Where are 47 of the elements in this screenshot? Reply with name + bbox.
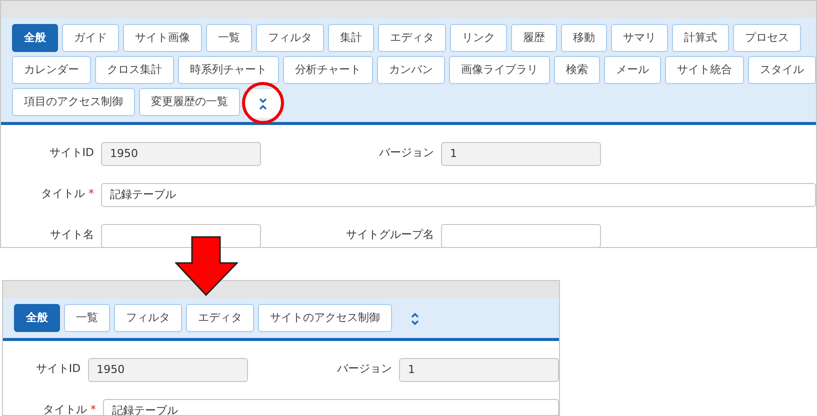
field-label: サイトグループ名 — [345, 227, 435, 244]
input-field[interactable]: 1950 — [88, 358, 248, 382]
tab[interactable]: 全般 — [12, 24, 58, 52]
tab[interactable]: 移動 — [561, 24, 607, 52]
input-field[interactable] — [101, 224, 261, 247]
tab[interactable]: 分析チャート — [283, 56, 373, 84]
tab[interactable]: サイト画像 — [123, 24, 202, 52]
field-label: バージョン — [378, 145, 435, 162]
tab[interactable]: 変更履歴の一覧 — [139, 88, 240, 116]
tab[interactable]: 一覧 — [206, 24, 252, 52]
tab[interactable]: フィルタ — [256, 24, 324, 52]
tab[interactable]: リンク — [450, 24, 507, 52]
tab[interactable]: 集計 — [328, 24, 374, 52]
tab[interactable]: 履歴 — [511, 24, 557, 52]
tab[interactable]: 検索 — [554, 56, 600, 84]
tab[interactable]: 画像ライブラリ — [449, 56, 550, 84]
field-label: タイトル * — [42, 402, 97, 415]
tab[interactable]: エディタ — [186, 304, 254, 332]
down-arrow — [175, 236, 238, 296]
field-label: サイト名 — [49, 227, 95, 244]
input-field[interactable]: 1950 — [101, 142, 261, 166]
field-label: サイトID — [48, 145, 95, 162]
field-label: タイトル * — [40, 186, 95, 202]
tab[interactable]: サイト統合 — [665, 56, 744, 84]
field-label: サイトID — [34, 361, 82, 378]
input-field[interactable] — [441, 224, 601, 247]
tab[interactable]: フィルタ — [114, 304, 182, 332]
tab[interactable]: 項目のアクセス制御 — [12, 88, 135, 116]
tab[interactable]: 計算式 — [672, 24, 729, 52]
tab[interactable]: サイトのアクセス制御 — [258, 304, 392, 332]
field-label: バージョン — [336, 361, 393, 378]
tab[interactable]: メール — [604, 56, 661, 84]
tab[interactable]: サマリ — [611, 24, 668, 52]
highlight-circle — [241, 81, 285, 125]
input-field[interactable]: 記録テーブル — [101, 182, 816, 206]
tab[interactable]: ガイド — [62, 24, 119, 52]
tab[interactable]: 全般 — [14, 304, 60, 332]
tab[interactable]: スタイル — [748, 56, 816, 84]
tab[interactable]: プロセス — [733, 24, 801, 52]
tab[interactable]: エディタ — [378, 24, 446, 52]
input-field[interactable]: 1 — [441, 142, 601, 166]
tab[interactable]: カレンダー — [12, 56, 91, 84]
tab[interactable]: クロス集計 — [95, 56, 174, 84]
tab[interactable]: 時系列チャート — [178, 56, 279, 84]
tab[interactable]: カンバン — [377, 56, 445, 84]
tab[interactable]: 一覧 — [64, 304, 110, 332]
input-field[interactable]: 1 — [399, 358, 559, 382]
